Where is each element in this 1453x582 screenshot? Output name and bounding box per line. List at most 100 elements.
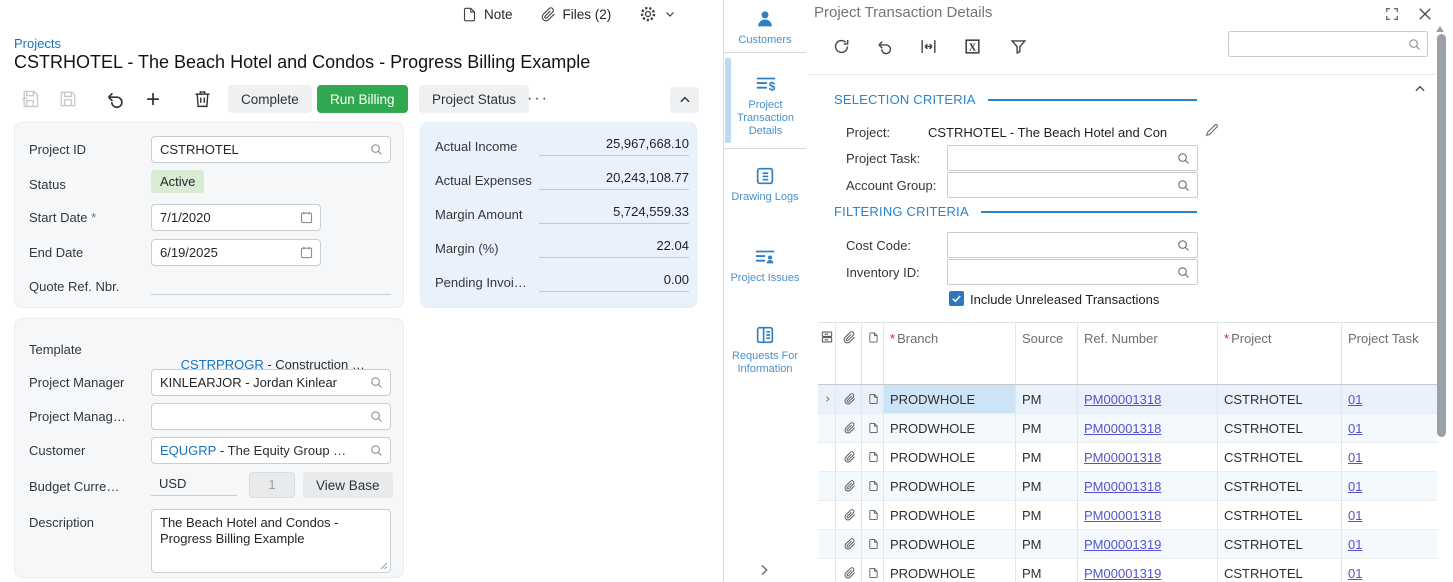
project-cell[interactable]: CSTRHOTEL [1218,472,1342,500]
include-unreleased-checkbox[interactable] [949,291,964,306]
project-manager-input[interactable] [151,369,391,396]
tab-project-issues[interactable]: Project Issues [724,232,807,312]
customer-field[interactable]: EQUGRP - The Equity Group … [151,437,391,464]
search-icon[interactable] [369,443,384,458]
tools-menu-button[interactable] [639,5,676,23]
table-row[interactable]: PRODWHOLE PM PM00001318 CSTRHOTEL 01 [818,501,1437,530]
inventory-id-field[interactable] [947,259,1198,285]
project-task-cell[interactable]: 01 [1342,530,1437,558]
note-cell[interactable] [862,414,884,442]
attachment-cell[interactable] [836,472,862,500]
branch-cell[interactable]: PRODWHOLE [884,530,1016,558]
note-button[interactable]: Note [462,7,513,22]
cost-code-input[interactable] [947,232,1198,258]
collapse-summary-button[interactable] [670,87,699,113]
attachment-cell[interactable] [836,414,862,442]
project-cell[interactable]: CSTRHOTEL [1218,414,1342,442]
table-row[interactable]: PRODWHOLE PM PM00001318 CSTRHOTEL 01 [818,414,1437,443]
notes-column-icon[interactable] [862,323,884,384]
project-cell[interactable]: CSTRHOTEL [1218,530,1342,558]
table-row[interactable]: PRODWHOLE PM PM00001318 CSTRHOTEL 01 [818,443,1437,472]
branch-cell[interactable]: PRODWHOLE [884,501,1016,529]
project-task-link[interactable]: 01 [1348,566,1362,581]
close-panel-icon[interactable] [1416,5,1434,23]
resize-handle[interactable] [380,562,388,570]
ref-number-link[interactable]: PM00001319 [1084,566,1161,581]
ref-number-cell[interactable]: PM00001318 [1078,385,1218,413]
branch-cell[interactable]: PRODWHOLE [884,385,1016,413]
attachment-cell[interactable] [836,530,862,558]
project-cell[interactable]: CSTRHOTEL [1218,385,1342,413]
tab-project-transaction-details[interactable]: $ Project Transaction Details [724,53,807,149]
inventory-id-input[interactable] [947,259,1198,285]
ref-number-cell[interactable]: PM00001318 [1078,414,1218,442]
search-icon[interactable] [1176,151,1191,166]
column-header-project-task[interactable]: Project Task [1342,323,1437,384]
attachment-cell[interactable] [836,443,862,471]
currency-value[interactable]: USD [151,471,237,496]
cost-code-field[interactable] [947,232,1198,258]
project-status-button[interactable]: Project Status [419,85,529,113]
end-date-field[interactable] [151,239,321,266]
save-close-icon[interactable] [20,89,40,109]
search-icon[interactable] [1176,238,1191,253]
save-icon[interactable] [58,89,78,109]
add-record-icon[interactable]: + [146,86,160,114]
project-cell[interactable]: CSTRHOTEL [1218,443,1342,471]
account-group-input[interactable] [947,172,1198,198]
table-row[interactable]: PRODWHOLE PM PM00001318 CSTRHOTEL 01 [818,472,1437,501]
calendar-icon[interactable] [299,245,314,260]
column-header-project[interactable]: *Project [1218,323,1342,384]
project-task-cell[interactable]: 01 [1342,472,1437,500]
project-id-input[interactable] [151,136,391,163]
attachment-cell[interactable] [836,385,862,413]
end-date-input[interactable] [151,239,321,266]
fit-width-icon[interactable] [919,37,938,56]
note-cell[interactable] [862,385,884,413]
project-id-field[interactable] [151,136,391,163]
project-cell[interactable]: CSTRHOTEL [1218,501,1342,529]
undo-icon[interactable] [875,37,894,56]
files-button[interactable]: Files (2) [541,7,612,22]
collapse-criteria-chevron-icon[interactable] [1413,82,1427,96]
attachment-cell[interactable] [836,501,862,529]
branch-cell[interactable]: PRODWHOLE [884,559,1016,582]
branch-cell[interactable]: PRODWHOLE [884,443,1016,471]
view-base-button[interactable]: View Base [303,472,393,498]
expand-panel-chevron-icon[interactable] [756,562,772,578]
calendar-icon[interactable] [299,210,314,225]
run-billing-button[interactable]: Run Billing [317,85,408,113]
breadcrumb[interactable]: Projects [14,36,61,51]
branch-cell[interactable]: PRODWHOLE [884,472,1016,500]
paperclip-column-icon[interactable] [836,323,862,384]
scrollbar-up-arrow[interactable] [1436,26,1444,32]
project-task-cell[interactable]: 01 [1342,385,1437,413]
project-task-cell[interactable]: 01 [1342,501,1437,529]
expand-fullscreen-icon[interactable] [1384,6,1400,22]
note-cell[interactable] [862,559,884,582]
project-manager2-field[interactable] [151,403,391,430]
ref-number-cell[interactable]: PM00001318 [1078,501,1218,529]
tab-drawing-logs[interactable]: Drawing Logs [724,149,807,232]
search-icon[interactable] [1176,178,1191,193]
ref-number-link[interactable]: PM00001319 [1084,537,1161,552]
ref-number-link[interactable]: PM00001318 [1084,392,1161,407]
export-excel-icon[interactable]: X [963,37,982,56]
project-task-cell[interactable]: 01 [1342,414,1437,442]
project-task-field[interactable] [947,145,1198,171]
search-icon[interactable] [369,142,384,157]
ref-number-link[interactable]: PM00001318 [1084,479,1161,494]
project-task-cell[interactable]: 01 [1342,559,1437,582]
search-icon[interactable] [369,375,384,390]
search-icon[interactable] [1176,265,1191,280]
tab-customers[interactable]: Customers [724,0,807,53]
column-header-source[interactable]: Source [1016,323,1078,384]
project-task-link[interactable]: 01 [1348,479,1362,494]
more-actions-button[interactable]: ··· [527,90,549,108]
column-header-branch[interactable]: *Branch [884,323,1016,384]
grid-search-field[interactable] [1228,31,1428,57]
project-task-link[interactable]: 01 [1348,392,1362,407]
row-settings-icon[interactable] [818,323,836,384]
ref-number-link[interactable]: PM00001318 [1084,508,1161,523]
complete-button[interactable]: Complete [228,85,312,113]
